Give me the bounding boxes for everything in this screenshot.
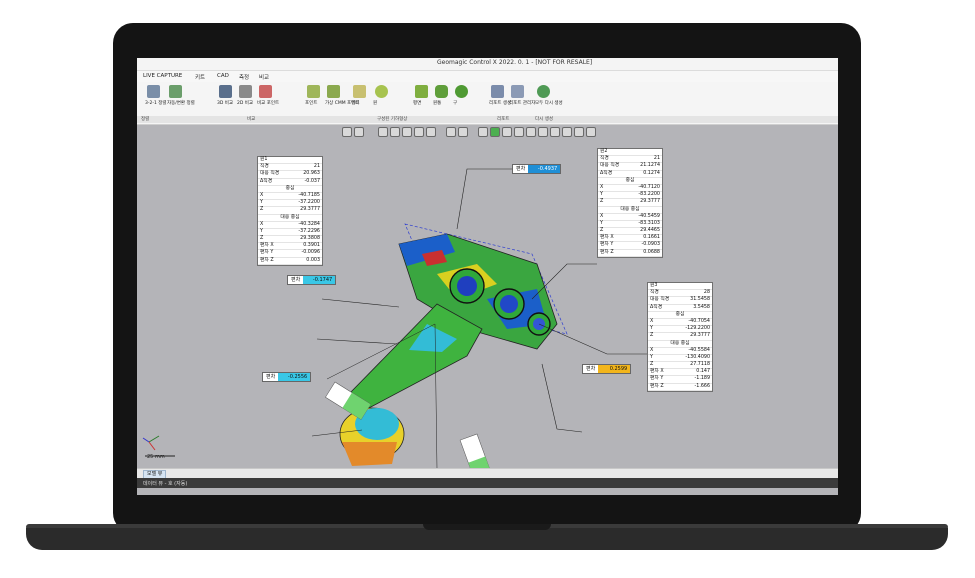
- report-manager-icon: [511, 85, 524, 98]
- laptop-notch: [423, 524, 551, 530]
- menu-cad[interactable]: CAD: [217, 73, 229, 79]
- window-title: Geomagic Control X 2022. 0. 1 - [NOT FOR…: [437, 59, 593, 66]
- compare-point-icon: [259, 85, 272, 98]
- leader-dev2: [316, 338, 398, 345]
- group-regenerate: 다시 생성: [535, 117, 553, 122]
- align-icon: [147, 85, 160, 98]
- group-report: 리포트: [497, 117, 510, 122]
- menu-live-capture[interactable]: LIVE CAPTURE: [143, 73, 182, 79]
- menu-compare[interactable]: 비교: [259, 73, 269, 81]
- circle-icon: [375, 85, 388, 98]
- leader-dev1: [456, 168, 517, 230]
- deviation-label-1[interactable]: 편차 -0.4937: [512, 164, 562, 174]
- regenerate-icon: [537, 85, 550, 98]
- compare-3d-icon: [219, 85, 232, 98]
- axis-triad: [142, 435, 160, 451]
- ribbon-group-bar: 정렬 비교 구성된 기하형상 리포트 다시 생성: [137, 116, 838, 123]
- compare-2d-icon: [239, 85, 252, 98]
- status-text: 데이터 뷰 - 호 (자동): [143, 481, 188, 487]
- leader-circle1: [321, 298, 400, 308]
- cmm-point-icon: [327, 85, 340, 98]
- ribbon: 3-2-1 정렬 자동/변환 정렬 3D 비교 2D 비교 비교 포인트 포인트…: [137, 82, 838, 125]
- leader-circle3: [538, 323, 647, 355]
- bore-2-inner: [500, 295, 518, 313]
- title-bar: Geomagic Control X 2022. 0. 1 - [NOT FOR…: [137, 58, 838, 71]
- menu-kit[interactable]: 키트: [195, 73, 205, 81]
- app-window: Geomagic Control X 2022. 0. 1 - [NOT FOR…: [137, 58, 838, 495]
- report-icon: [491, 85, 504, 98]
- point-icon: [307, 85, 320, 98]
- sphere-icon: [455, 85, 468, 98]
- group-constructed: 구성된 기하형상: [377, 117, 408, 122]
- deviation-label-2[interactable]: 편차 -0.1747: [287, 275, 337, 285]
- callout-circle1[interactable]: 원1 직경 21 대응 직경 20.963 Δ직경 -0.037 중심 X -40.71…: [257, 156, 323, 266]
- menu-bar: LIVE CAPTURE 키트 CAD 측정 비교: [137, 71, 838, 82]
- vector-icon: [353, 85, 366, 98]
- callout-circle3[interactable]: 원3 직경 28 대응 직경 31.5458 Δ직경 3.5458 중심 X -40.7…: [647, 282, 713, 392]
- group-compare: 비교: [247, 117, 256, 122]
- deviation-label-4[interactable]: 편차 0.2599: [582, 364, 632, 374]
- transform-icon: [169, 85, 182, 98]
- callout-circle2[interactable]: 원2 직경 21 대응 직경 21.1274 Δ직경 0.1274 중심 X -40.7…: [597, 148, 663, 258]
- group-align: 정렬: [141, 117, 150, 122]
- laptop-base: [26, 528, 948, 550]
- menu-measure[interactable]: 측정: [239, 73, 249, 81]
- bore-1-inner: [457, 276, 477, 296]
- cylinder-icon: [435, 85, 448, 98]
- leader-dev4: [541, 363, 583, 433]
- part-arm: [348, 303, 483, 410]
- scale-label: 25 mm: [147, 454, 165, 460]
- status-bar: 데이터 뷰 - 호 (자동): [137, 478, 838, 488]
- base-lower: [342, 442, 397, 466]
- plane-icon: [415, 85, 428, 98]
- deviation-label-3[interactable]: 편차 -0.2556: [262, 372, 312, 382]
- 3d-viewport[interactable]: [137, 124, 838, 474]
